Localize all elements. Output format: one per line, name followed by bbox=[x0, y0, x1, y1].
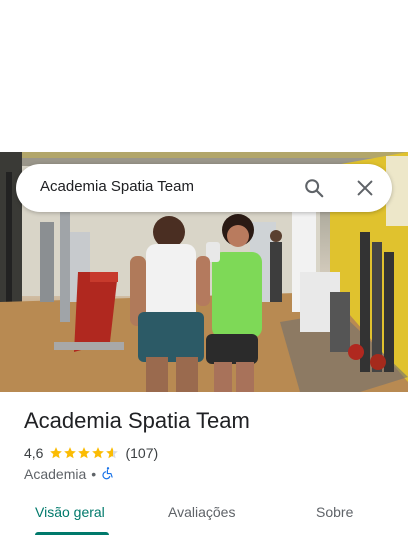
tab-sobre[interactable]: Sobre bbox=[316, 504, 353, 520]
close-icon[interactable] bbox=[353, 176, 377, 200]
place-title: Academia Spatia Team bbox=[24, 408, 250, 433]
category-row: Academia • bbox=[24, 465, 115, 483]
search-bar[interactable]: Academia Spatia Team bbox=[16, 164, 392, 212]
rating-row[interactable]: 4,6 (107) bbox=[24, 444, 158, 462]
star-icon bbox=[92, 447, 105, 459]
place-category[interactable]: Academia bbox=[24, 466, 86, 482]
active-tab-indicator bbox=[35, 532, 109, 535]
star-icon bbox=[64, 447, 77, 459]
tab-visao-geral[interactable]: Visão geral bbox=[35, 504, 105, 520]
star-icon bbox=[106, 447, 119, 459]
search-icon[interactable] bbox=[302, 176, 326, 200]
rating-stars bbox=[49, 446, 119, 460]
place-tabs: Visão geral Avaliações Sobre bbox=[0, 494, 408, 544]
separator-dot: • bbox=[91, 466, 97, 482]
star-icon bbox=[78, 447, 91, 459]
wheelchair-icon bbox=[101, 466, 115, 483]
rating-value: 4,6 bbox=[24, 445, 44, 461]
search-input[interactable]: Academia Spatia Team bbox=[40, 178, 194, 195]
review-count[interactable]: (107) bbox=[125, 445, 158, 461]
star-icon bbox=[50, 447, 63, 459]
tab-avaliacoes[interactable]: Avaliações bbox=[168, 504, 235, 520]
